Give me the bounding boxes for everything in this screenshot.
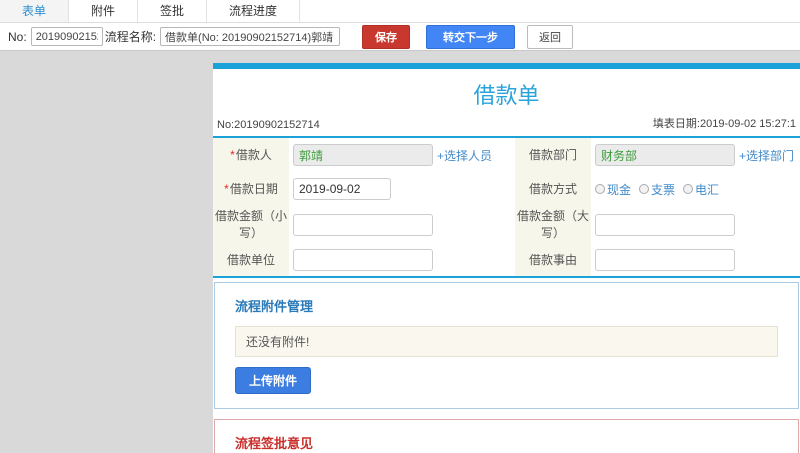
- tab-attachments[interactable]: 附件: [69, 0, 139, 22]
- tab-form[interactable]: 表单: [0, 0, 70, 22]
- flow-name-label: 流程名称:: [104, 30, 157, 44]
- borrower-label: *借款人: [213, 138, 289, 172]
- tab-bar: 表单 附件 签批 流程进度: [0, 0, 800, 23]
- forward-next-step-button[interactable]: 转交下一步: [426, 24, 516, 49]
- save-button[interactable]: 保存: [362, 24, 411, 49]
- loan-unit-value-cell: [289, 244, 515, 276]
- radio-circle-icon: [639, 184, 650, 194]
- amount-upper-input[interactable]: [595, 214, 735, 236]
- upload-attachment-button[interactable]: 上传附件: [235, 367, 312, 394]
- loan-reason-input[interactable]: [595, 249, 735, 271]
- required-mark: *: [224, 181, 229, 196]
- form-row-date-method: *借款日期 借款方式 现金 支票 电汇: [213, 172, 800, 206]
- form-no-text: No:20190902152714: [217, 119, 320, 131]
- radio-circle-icon: [683, 184, 694, 194]
- main-area: 借款单 No:20190902152714 填表日期:2019-09-02 15…: [0, 51, 800, 453]
- amount-lower-input[interactable]: [293, 214, 433, 236]
- method-radio-cheque[interactable]: 支票: [639, 181, 675, 198]
- required-mark: *: [230, 147, 235, 162]
- page-title: 借款单: [473, 83, 540, 108]
- loan-unit-input[interactable]: [293, 249, 433, 271]
- amount-upper-value-cell: [591, 206, 800, 244]
- flow-name-input[interactable]: [160, 27, 341, 46]
- amount-lower-label: 借款金额（小写）: [213, 206, 289, 244]
- department-input[interactable]: [595, 144, 735, 166]
- attachments-heading: 流程附件管理: [235, 299, 314, 314]
- loan-method-label: 借款方式: [515, 172, 591, 206]
- borrower-value-cell: +选择人员: [289, 138, 515, 172]
- tab-progress[interactable]: 流程进度: [207, 0, 301, 22]
- approval-section: 流程签批意见 B I abc: [214, 419, 799, 453]
- form-table: *借款人 +选择人员 借款部门 +选择部门 *借款日期 借款方式: [213, 138, 800, 278]
- tab-approval[interactable]: 签批: [138, 0, 208, 22]
- select-department-link[interactable]: +选择部门: [739, 147, 794, 164]
- select-person-link[interactable]: +选择人员: [437, 147, 492, 164]
- loan-reason-value-cell: [591, 244, 800, 276]
- loan-date-input[interactable]: [293, 178, 391, 200]
- amount-lower-value-cell: [289, 206, 515, 244]
- loan-date-label: *借款日期: [213, 172, 289, 206]
- toolbar: No: 流程名称: 保存 转交下一步 返回: [0, 23, 800, 51]
- no-attachments-message: 还没有附件!: [235, 326, 778, 357]
- method-radio-transfer[interactable]: 电汇: [683, 181, 719, 198]
- form-meta-row: No:20190902152714 填表日期:2019-09-02 15:27:…: [213, 115, 800, 138]
- approval-heading: 流程签批意见: [235, 436, 314, 451]
- form-card: 借款单 No:20190902152714 填表日期:2019-09-02 15…: [213, 63, 800, 453]
- form-row-amounts: 借款金额（小写） 借款金额（大写）: [213, 206, 800, 244]
- borrower-input[interactable]: [293, 144, 433, 166]
- loan-reason-label: 借款事由: [515, 244, 591, 276]
- no-input[interactable]: [30, 27, 103, 46]
- back-button[interactable]: 返回: [527, 24, 574, 49]
- form-date-text: 填表日期:2019-09-02 15:27:1: [652, 118, 796, 130]
- method-radio-cash[interactable]: 现金: [595, 181, 631, 198]
- attachments-section: 流程附件管理 还没有附件! 上传附件: [214, 282, 799, 409]
- loan-method-value-cell: 现金 支票 电汇: [591, 172, 800, 206]
- radio-circle-icon: [595, 184, 605, 194]
- amount-upper-label: 借款金额（大写）: [515, 206, 591, 244]
- loan-unit-label: 借款单位: [213, 244, 289, 276]
- no-label: No:: [8, 29, 27, 44]
- form-row-unit-reason: 借款单位 借款事由: [213, 244, 800, 278]
- loan-date-value-cell: [289, 172, 515, 206]
- form-row-borrower-department: *借款人 +选择人员 借款部门 +选择部门: [213, 138, 800, 172]
- department-value-cell: +选择部门: [591, 138, 800, 172]
- department-label: 借款部门: [515, 138, 591, 172]
